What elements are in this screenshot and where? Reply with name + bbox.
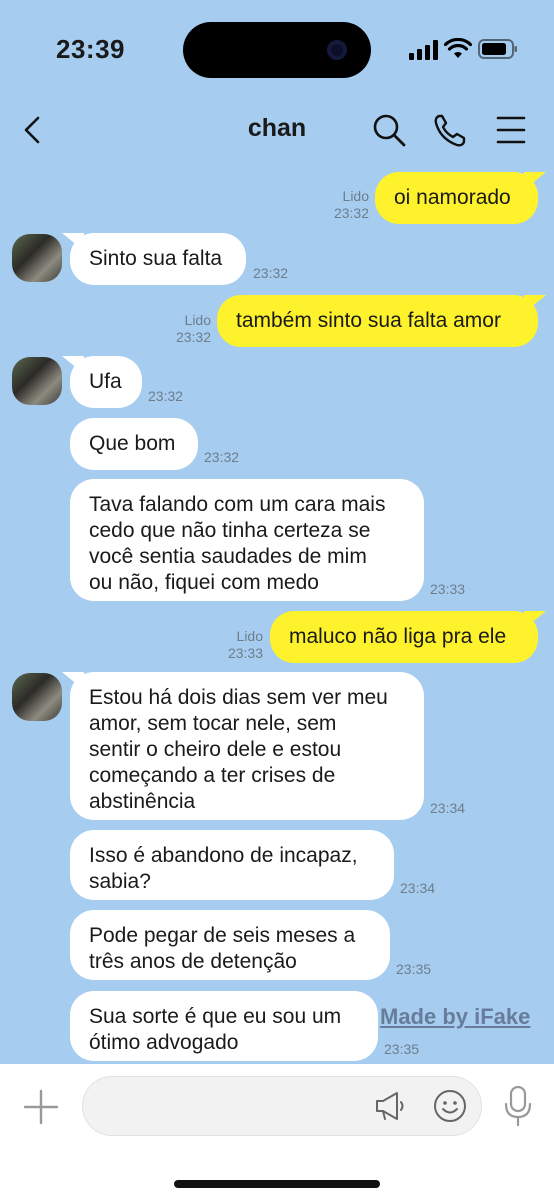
- chat-header: chan: [0, 100, 554, 162]
- message-bubble-incoming[interactable]: Sua sorte é que eu sou um ótimo advogado: [70, 991, 378, 1061]
- message-bubble-incoming[interactable]: Ufa: [62, 356, 142, 408]
- avatar[interactable]: [12, 234, 62, 282]
- dynamic-island: [183, 22, 371, 78]
- message-time: 23:32: [204, 449, 240, 465]
- message-meta: Lido 23:32: [320, 188, 369, 222]
- message-time: 23:35: [396, 961, 432, 977]
- message-time: 23:32: [148, 388, 184, 404]
- message-bubble-outgoing[interactable]: oi namorado: [375, 172, 546, 224]
- message-time: 23:35: [384, 1041, 420, 1057]
- phone-icon[interactable]: [432, 110, 468, 150]
- message-time: 23:32: [333, 205, 369, 221]
- status-time: 23:39: [56, 34, 125, 64]
- status-bar: 23:39: [0, 0, 554, 100]
- avatar[interactable]: [12, 357, 62, 405]
- message-time: 23:32: [175, 329, 211, 345]
- avatar[interactable]: [12, 673, 62, 721]
- microphone-icon[interactable]: [500, 1084, 536, 1128]
- message-time: 23:34: [400, 880, 436, 896]
- plus-icon[interactable]: [22, 1088, 60, 1126]
- menu-icon[interactable]: [494, 110, 530, 150]
- message-meta: Lido 23:32: [162, 312, 211, 346]
- search-icon[interactable]: [371, 110, 407, 150]
- read-receipt: Lido: [342, 188, 369, 204]
- chat-title: chan: [247, 114, 307, 142]
- message-bubble-incoming[interactable]: Estou há dois dias sem ver meu amor, sem…: [62, 672, 424, 820]
- message-input-field[interactable]: [82, 1076, 482, 1136]
- home-indicator[interactable]: [174, 1180, 380, 1188]
- message-bubble-incoming[interactable]: Isso é abandono de incapaz, sabia?: [70, 830, 394, 900]
- signal-icon: [409, 40, 438, 60]
- message-meta: Lido 23:33: [214, 628, 263, 662]
- message-time: 23:33: [430, 581, 466, 597]
- message-time: 23:32: [253, 265, 289, 281]
- message-bubble-outgoing[interactable]: maluco não liga pra ele: [270, 611, 546, 663]
- read-receipt: Lido: [184, 312, 211, 328]
- message-time: 23:33: [227, 645, 263, 661]
- emoji-icon[interactable]: [431, 1087, 469, 1125]
- watermark: Made by iFake: [380, 1004, 531, 1029]
- message-time: 23:34: [430, 800, 466, 816]
- battery-icon: [478, 39, 517, 59]
- message-bubble-incoming[interactable]: Pode pegar de seis meses a três anos de …: [70, 910, 390, 980]
- megaphone-icon[interactable]: [371, 1087, 409, 1125]
- read-receipt: Lido: [236, 628, 263, 644]
- message-bubble-incoming[interactable]: Sinto sua falta: [62, 233, 246, 285]
- wifi-icon: [444, 38, 472, 58]
- message-bubble-outgoing[interactable]: também sinto sua falta amor: [217, 295, 546, 347]
- message-bubble-incoming[interactable]: Tava falando com um cara mais cedo que n…: [70, 479, 424, 601]
- message-bubble-incoming[interactable]: Que bom: [70, 418, 198, 470]
- message-input[interactable]: [101, 1091, 365, 1123]
